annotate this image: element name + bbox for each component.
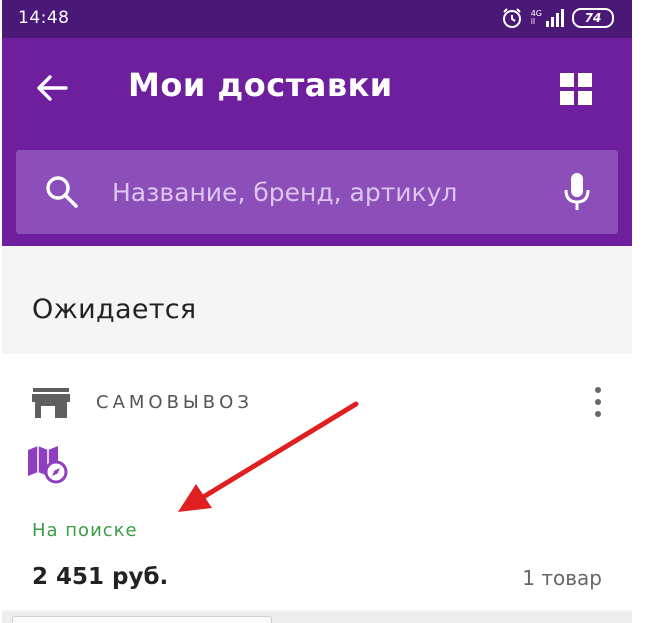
item-count: 1 товар — [522, 566, 602, 590]
app-bar: Мои доставки — [2, 38, 632, 246]
grid-view-button[interactable] — [558, 71, 594, 107]
map-compass-icon — [28, 446, 68, 484]
next-card-edge — [12, 616, 272, 623]
section-heading: Ожидается — [32, 294, 197, 325]
status-bar: 14:48 4G il 74 — [2, 0, 632, 38]
network-label: 4G il — [531, 10, 542, 26]
search-input[interactable] — [112, 170, 532, 214]
battery-icon: 74 — [572, 8, 614, 28]
search-bar[interactable] — [16, 150, 618, 234]
more-options-button[interactable] — [588, 384, 608, 420]
back-button[interactable] — [32, 68, 72, 108]
grid-icon — [560, 73, 592, 105]
more-vertical-icon — [595, 387, 601, 393]
status-icons: 4G il 74 — [501, 7, 614, 29]
page-margin — [632, 0, 650, 623]
store-icon — [32, 388, 70, 418]
network-activity: il — [530, 17, 536, 26]
page-title: Мои доставки — [128, 66, 393, 104]
mic-icon[interactable] — [564, 172, 590, 212]
battery-level: 74 — [584, 11, 602, 25]
signal-icon — [546, 9, 564, 27]
alarm-icon — [501, 7, 523, 29]
delivery-card[interactable]: САМОВЫВОЗ На поиске 2 451 руб. 1 товар — [2, 354, 632, 610]
delivery-status: На поиске — [32, 520, 138, 541]
arrow-left-icon — [37, 75, 68, 101]
phone-screen: 14:48 4G il 74 Мои доставки Название, бр… — [2, 0, 632, 623]
status-time: 14:48 — [18, 8, 70, 28]
delivery-price: 2 451 руб. — [32, 564, 169, 590]
search-icon — [46, 176, 78, 208]
delivery-type: САМОВЫВОЗ — [96, 392, 253, 413]
